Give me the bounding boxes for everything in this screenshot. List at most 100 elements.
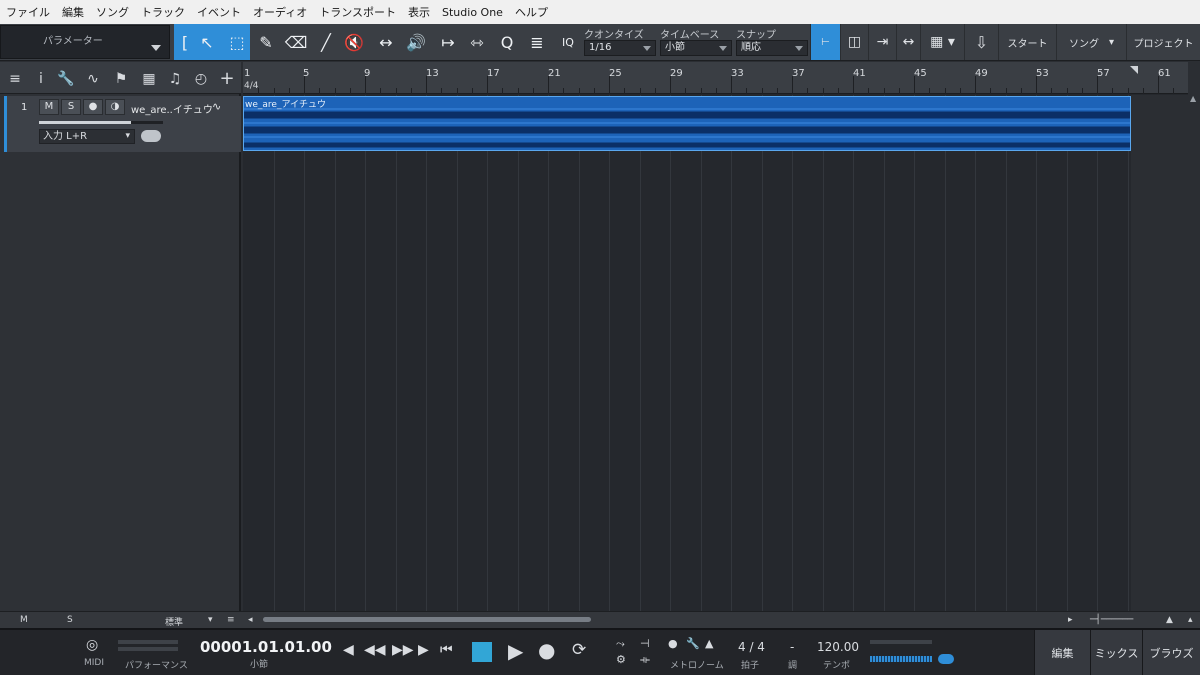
menu-audio[interactable]: オーディオ — [253, 4, 307, 20]
song-button[interactable]: ソング ▾ — [1056, 24, 1126, 60]
forward-end-icon[interactable]: ▶ — [418, 642, 429, 658]
precount-icon[interactable]: ⤳ — [616, 637, 625, 651]
grid-options-icon[interactable]: ▦ ▾ — [920, 24, 964, 60]
automation-icon[interactable]: ∿ — [84, 70, 102, 88]
ruler-tick — [929, 88, 930, 94]
audio-event-clip[interactable]: we_are_アイチュウ — [243, 96, 1131, 151]
track-name[interactable]: we_are..イチュウ — [131, 101, 213, 116]
project-button[interactable]: プロジェクト — [1126, 24, 1200, 60]
stop-button[interactable] — [472, 642, 492, 662]
snap-cursor-icon[interactable]: ↔ — [896, 24, 920, 60]
info-icon[interactable]: i — [32, 70, 50, 88]
paint-tool-icon[interactable]: ╱ — [315, 31, 337, 53]
browse-view-button[interactable]: ブラウズ — [1142, 630, 1200, 675]
scroll-right-icon[interactable]: ▸ — [1068, 615, 1073, 625]
input-monitor-toggle[interactable] — [141, 130, 161, 142]
preroll-icon[interactable]: ⊣ — [640, 637, 650, 650]
listen-tool-icon[interactable]: 🔊 — [405, 31, 427, 53]
monitor-icon[interactable]: ◑ — [105, 99, 125, 115]
arrange-view[interactable]: 1 5 9 13 17 21 25 29 33 37 41 45 49 53 5… — [243, 62, 1188, 611]
input-select[interactable]: 入力 L+R ▾ — [39, 129, 135, 144]
range-tool-icon[interactable]: ⬚ — [226, 31, 248, 53]
menu-edit[interactable]: 編集 — [62, 4, 84, 20]
show-solo-button[interactable]: S — [67, 615, 73, 625]
quantize-select[interactable]: 1/16 — [584, 40, 656, 56]
snap-select[interactable]: 順応 — [736, 40, 808, 56]
chord-track-icon[interactable]: ♫ — [166, 70, 184, 88]
menu-track[interactable]: トラック — [141, 4, 185, 20]
return-to-zero-icon[interactable]: ◀ — [343, 642, 354, 658]
fast-forward-icon[interactable]: ▶▶ — [392, 642, 414, 658]
parameter-field[interactable]: パラメーター — [0, 25, 170, 59]
timebase-select[interactable]: 小節 — [660, 40, 732, 56]
wrench-icon[interactable]: 🔧 — [57, 70, 75, 88]
track-row[interactable]: 1 M S ● ◑ we_are..イチュウ ∿ 入力 L+R ▾ — [4, 96, 241, 152]
grid-view-icon[interactable]: ▦ — [140, 70, 158, 88]
click-dot-icon[interactable]: ● — [668, 637, 678, 650]
solo-button[interactable]: S — [61, 99, 81, 115]
skip-start-icon[interactable]: ⏮ — [440, 642, 453, 658]
loop-icon[interactable]: ⟳ — [572, 640, 586, 660]
track-height-dropdown-icon[interactable]: ▾ — [208, 615, 213, 625]
autopunch-icon[interactable]: ⟛ — [640, 653, 650, 667]
timeline-ruler[interactable]: 1 5 9 13 17 21 25 29 33 37 41 45 49 53 5… — [243, 62, 1188, 94]
quantize-q-icon[interactable]: Q — [496, 31, 518, 53]
zoom-slider[interactable]: ─┤────── — [1090, 615, 1133, 625]
snap-toggle-icon[interactable]: ⊢ — [810, 24, 840, 60]
pencil-icon[interactable]: ✎ — [255, 31, 277, 53]
volume-fader[interactable] — [39, 121, 163, 124]
snap-events-icon[interactable]: ⇥ — [868, 24, 896, 60]
parameter-dropdown-icon[interactable] — [151, 45, 161, 51]
song-end-marker[interactable] — [1130, 66, 1138, 74]
metronome-settings-icon[interactable]: ⚙ — [616, 653, 626, 666]
track-number: 1 — [21, 102, 28, 113]
split-tool-icon[interactable]: ↔ — [375, 31, 397, 53]
menu-file[interactable]: ファイル — [6, 4, 50, 20]
rewind-icon[interactable]: ◀◀ — [364, 642, 386, 658]
menu-song[interactable]: ソング — [96, 4, 129, 20]
metronome-wrench-icon[interactable]: 🔧 — [686, 637, 700, 650]
tempo-caption: テンポ — [823, 661, 851, 671]
menu-studio-one[interactable]: Studio One — [442, 6, 503, 19]
tempo-value[interactable]: 120.00 — [817, 640, 859, 654]
menu-icon[interactable]: ≡ — [6, 70, 24, 88]
metronome-icon[interactable]: ▲ — [705, 637, 713, 650]
scroll-left-icon[interactable]: ◂ — [248, 615, 253, 625]
mute-button[interactable]: M — [39, 99, 59, 115]
track-height-select[interactable]: 標準 — [165, 615, 183, 628]
mix-view-button[interactable]: ミックス — [1090, 630, 1142, 675]
tempo-clock-icon[interactable]: ◴ — [192, 70, 210, 88]
iq-button[interactable]: IQ — [557, 31, 579, 53]
stretch-tool-icon[interactable]: ⇿ — [466, 31, 488, 53]
arrow-tool-icon[interactable]: ↖ — [196, 31, 218, 53]
bracket-icon[interactable]: [ — [174, 31, 196, 53]
time-display[interactable]: 00001.01.01.00 — [200, 638, 332, 656]
save-down-icon[interactable]: ⇩ — [964, 24, 998, 60]
menu-view[interactable]: 表示 — [408, 4, 430, 20]
eraser-icon[interactable]: ⌫ — [285, 31, 308, 53]
record-icon[interactable]: ● — [538, 638, 555, 662]
audio-bend-icon[interactable]: ≣ — [526, 31, 548, 53]
list-options-icon[interactable]: ≡ — [227, 615, 235, 625]
snap-grid-icon[interactable]: ◫ — [840, 24, 868, 60]
time-signature-value[interactable]: 4 / 4 — [738, 640, 765, 654]
add-track-icon[interactable]: + — [218, 70, 236, 88]
start-button[interactable]: スタート — [998, 24, 1056, 60]
key-value[interactable]: - — [790, 640, 794, 654]
menu-event[interactable]: イベント — [197, 4, 241, 20]
scroll-up-icon[interactable]: ▲ — [1190, 94, 1196, 103]
show-mute-button[interactable]: M — [20, 615, 28, 625]
record-arm-icon[interactable]: ● — [83, 99, 103, 115]
zoom-in-icon[interactable]: ▲ — [1166, 615, 1173, 625]
menu-transport[interactable]: トランスポート — [319, 4, 396, 20]
zoom-vertical-icon[interactable]: ▴ — [1188, 615, 1193, 625]
mute-tool-icon[interactable]: 🔇 — [343, 31, 365, 53]
horizontal-scrollbar-thumb[interactable] — [263, 617, 591, 622]
bend-tool-icon[interactable]: ↦ — [437, 31, 459, 53]
play-icon[interactable]: ▶ — [508, 639, 523, 663]
vertical-scrollbar[interactable]: ▲ — [1188, 62, 1200, 611]
edit-view-button[interactable]: 編集 — [1034, 630, 1090, 675]
flag-icon[interactable]: ⚑ — [112, 70, 130, 88]
output-toggle[interactable] — [938, 654, 954, 664]
menu-help[interactable]: ヘルプ — [515, 4, 548, 20]
